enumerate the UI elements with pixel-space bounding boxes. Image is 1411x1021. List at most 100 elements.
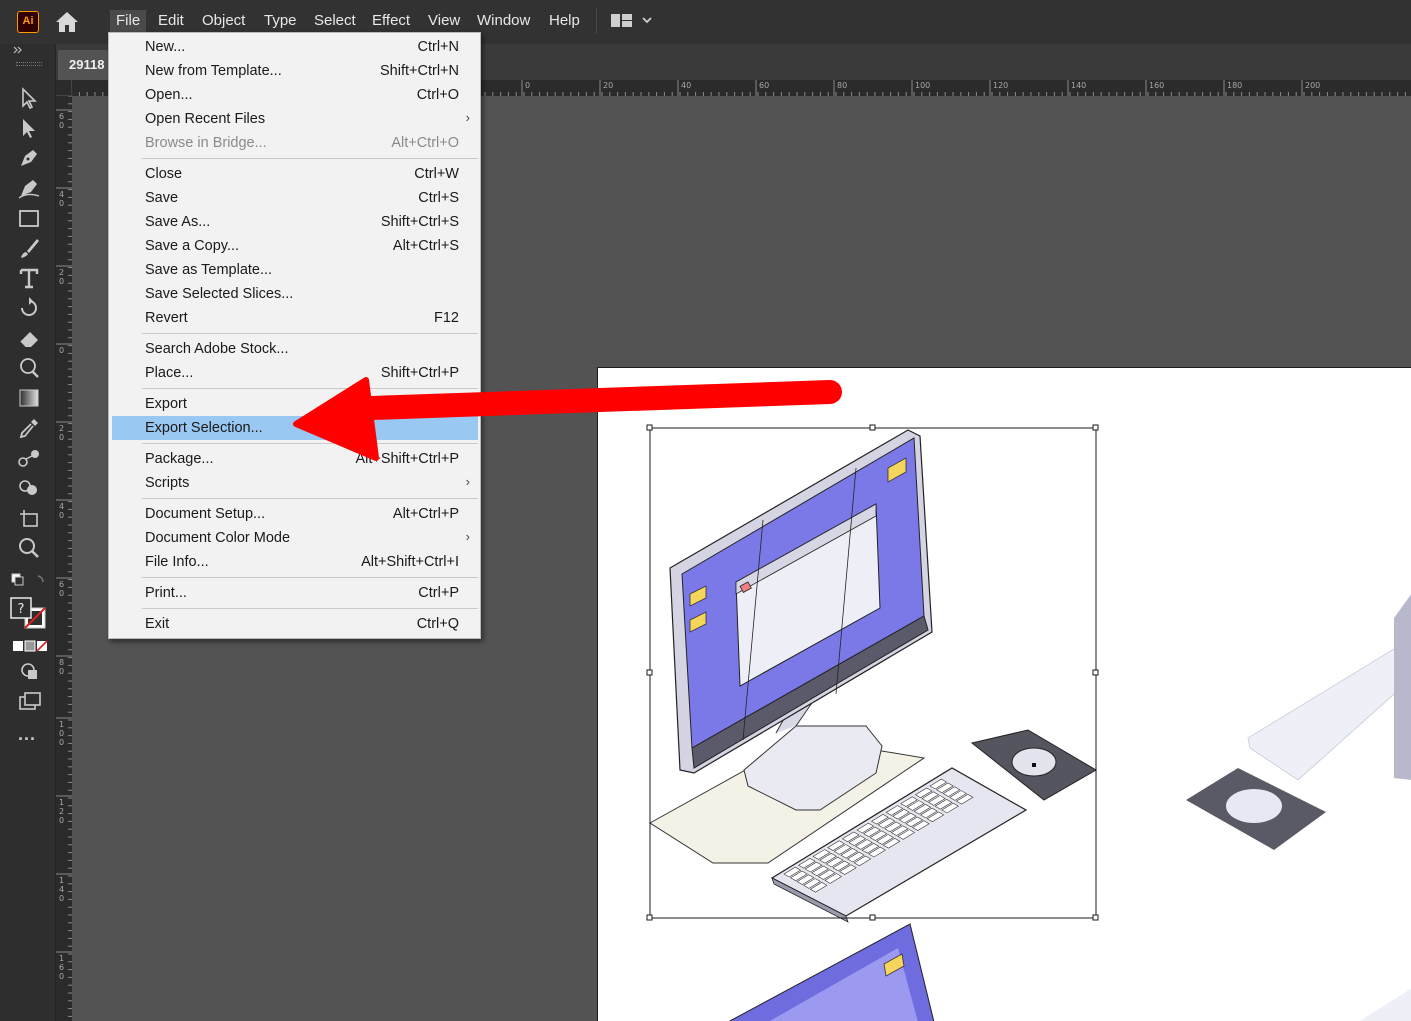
menu-item-label: Save as Template... — [145, 262, 273, 278]
menu-separator — [142, 577, 478, 578]
ruler-tick-label: 140 — [1071, 81, 1087, 90]
menu-item-shortcut: F12 — [434, 310, 459, 326]
menu-item-shortcut: Shift+Ctrl+N — [380, 63, 459, 79]
home-icon[interactable] — [54, 10, 80, 34]
menu-help[interactable]: Help — [543, 10, 586, 32]
menu-edit[interactable]: Edit — [152, 10, 190, 32]
menu-item-label: Open Recent Files — [145, 111, 266, 127]
menu-separator — [142, 388, 478, 389]
menu-item-save-as-template[interactable]: Save as Template... — [112, 258, 478, 282]
shape-builder-tool-icon[interactable] — [15, 474, 43, 502]
menu-item-save[interactable]: Save Ctrl+S — [112, 186, 478, 210]
menu-item-close[interactable]: Close Ctrl+W — [112, 162, 478, 186]
illustrator-window: Ai File Edit Object Type Select Effect V… — [0, 0, 1411, 1021]
menu-item-shortcut: Ctrl+S — [418, 190, 459, 206]
menu-item-save-a-copy[interactable]: Save a Copy... Alt+Ctrl+S — [112, 234, 478, 258]
color-mode-icon[interactable] — [12, 639, 48, 653]
menu-item-file-info[interactable]: File Info... Alt+Shift+Ctrl+I — [112, 550, 478, 574]
menu-item-package[interactable]: Package... Alt+Shift+Ctrl+P — [112, 447, 478, 471]
menu-effect[interactable]: Effect — [366, 10, 416, 32]
warp-tool-icon[interactable] — [15, 354, 43, 382]
ruler-tick-label: 2 0 — [59, 424, 65, 442]
menu-item-shortcut: Alt+Ctrl+S — [392, 238, 459, 254]
rectangle-tool-icon[interactable] — [15, 204, 43, 232]
menu-item-browse-in-bridge: Browse in Bridge... Alt+Ctrl+O — [112, 131, 478, 155]
ruler-tick-label: 8 0 — [59, 658, 65, 676]
menu-item-document-color-mode[interactable]: Document Color Mode › — [112, 526, 478, 550]
ruler-tick-label: 60 — [759, 81, 770, 90]
ruler-tick-label: 40 — [681, 81, 692, 90]
menu-item-label: Close — [145, 166, 183, 182]
menu-item-label: New from Template... — [145, 63, 282, 79]
menu-item-new-from-template[interactable]: New from Template... Shift+Ctrl+N — [112, 59, 478, 83]
menu-item-open-recent-files[interactable]: Open Recent Files › — [112, 107, 478, 131]
curvature-tool-icon[interactable] — [15, 174, 43, 202]
eyedropper-tool-icon[interactable] — [15, 414, 43, 442]
menu-item-label: Package... — [145, 451, 214, 467]
artboard-tool-icon[interactable] — [15, 504, 43, 532]
type-tool-icon[interactable] — [15, 264, 43, 292]
file-menu-dropdown: New... Ctrl+N New from Template... Shift+Ct… — [108, 32, 481, 639]
menu-item-label: Scripts — [145, 475, 190, 491]
menu-item-shortcut: Ctrl+Q — [416, 616, 459, 632]
menu-item-shortcut: Alt+Ctrl+P — [392, 506, 459, 522]
rotate-tool-icon[interactable] — [15, 294, 43, 322]
menu-item-label: New... — [145, 39, 186, 55]
menu-separator — [142, 443, 478, 444]
svg-text:?: ? — [18, 602, 25, 617]
menu-item-search-adobe-stock[interactable]: Search Adobe Stock... — [112, 337, 478, 361]
submenu-chevron-icon: › — [465, 529, 470, 544]
menu-item-document-setup[interactable]: Document Setup... Alt+Ctrl+P — [112, 502, 478, 526]
menu-item-save-selected-slices[interactable]: Save Selected Slices... — [112, 282, 478, 306]
menu-item-export[interactable]: Export › — [112, 392, 478, 416]
direct-selection-tool-icon[interactable] — [15, 114, 43, 142]
ruler-tick-label: 20 — [603, 81, 614, 90]
menu-view[interactable]: View — [422, 10, 466, 32]
workspace-switcher-icon[interactable] — [610, 12, 656, 30]
menu-file[interactable]: File — [110, 10, 147, 32]
ruler-tick-label: 160 — [1149, 81, 1165, 90]
ruler-tick-label: 4 0 — [59, 190, 65, 208]
menu-item-exit[interactable]: Exit Ctrl+Q — [112, 612, 478, 636]
menu-item-shortcut: Shift+Ctrl+S — [380, 214, 459, 230]
menu-item-open[interactable]: Open... Ctrl+O — [112, 83, 478, 107]
menu-window[interactable]: Window — [471, 10, 536, 32]
menu-item-export-selection[interactable]: Export Selection... — [112, 416, 478, 440]
menu-item-place[interactable]: Place... Shift+Ctrl+P — [112, 361, 478, 385]
fill-stroke-swatch-icon[interactable]: ? — [9, 596, 49, 632]
document-tab[interactable]: 29118 — [58, 50, 114, 80]
eraser-tool-icon[interactable] — [15, 324, 43, 352]
menu-item-print[interactable]: Print... Ctrl+P — [112, 581, 478, 605]
paintbrush-tool-icon[interactable] — [15, 234, 43, 262]
menu-separator — [142, 608, 478, 609]
default-fill-stroke-icon[interactable] — [10, 572, 46, 590]
selection-tool-icon[interactable] — [15, 84, 43, 112]
zoom-tool-icon[interactable] — [15, 534, 43, 562]
menu-select[interactable]: Select — [308, 10, 362, 32]
menu-item-label: Open... — [145, 87, 193, 103]
blend-tool-icon[interactable] — [15, 444, 43, 472]
collapse-panel-icon[interactable] — [13, 46, 23, 54]
menubar-divider — [596, 8, 597, 34]
artboard[interactable] — [597, 367, 1411, 1021]
menu-object[interactable]: Object — [196, 10, 251, 32]
menu-item-revert[interactable]: Revert F12 — [112, 306, 478, 330]
pen-tool-icon[interactable] — [15, 144, 43, 172]
menu-item-scripts[interactable]: Scripts › — [112, 471, 478, 495]
ruler-origin[interactable] — [56, 80, 72, 96]
screen-mode-icon[interactable] — [16, 688, 42, 714]
gradient-tool-icon[interactable] — [15, 384, 43, 412]
ruler-tick-label: 1 2 0 — [59, 798, 65, 825]
ruler-tick-label: 1 4 0 — [59, 876, 65, 903]
menu-item-save-as[interactable]: Save As... Shift+Ctrl+S — [112, 210, 478, 234]
ruler-tick-label: 180 — [1227, 81, 1243, 90]
menu-item-label: Place... — [145, 365, 194, 381]
panel-grip[interactable] — [16, 62, 42, 66]
computer-illustration[interactable] — [598, 368, 1411, 1021]
menu-item-shortcut: Shift+Ctrl+P — [380, 365, 459, 381]
menu-item-new[interactable]: New... Ctrl+N — [112, 35, 478, 59]
menu-type[interactable]: Type — [258, 10, 303, 32]
draw-mode-icon[interactable] — [16, 658, 42, 684]
edit-toolbar-button[interactable]: ... — [18, 725, 36, 743]
vertical-ruler[interactable]: 6 0 4 0 2 0 0 2 0 4 0 6 0 8 0 1 0 0 1 2 0 1 4 0 1 6… — [56, 96, 72, 1021]
